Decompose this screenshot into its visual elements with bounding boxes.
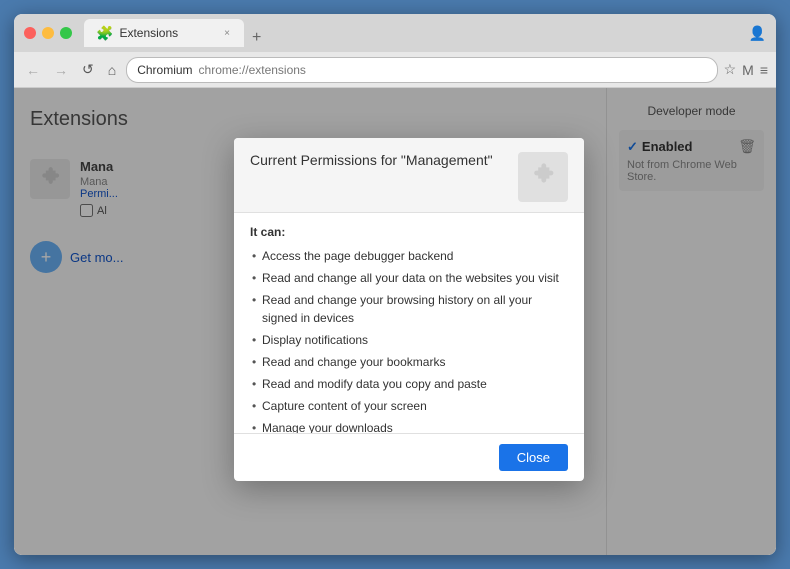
- window-right-icon: 👤: [749, 25, 766, 42]
- extension-icon[interactable]: M: [742, 62, 754, 78]
- refresh-button[interactable]: ↺: [78, 59, 98, 80]
- list-item: Capture content of your screen: [250, 395, 568, 417]
- tab-icon: 🧩: [96, 25, 113, 42]
- modal-title: Current Permissions for "Management": [250, 152, 493, 168]
- tab-close-button[interactable]: ×: [222, 28, 232, 39]
- tab-area: 🧩 Extensions × +: [84, 19, 749, 47]
- url-bar[interactable]: Chromium chrome://extensions: [126, 57, 717, 83]
- minimize-window-button[interactable]: [42, 27, 54, 39]
- new-tab-button[interactable]: +: [244, 29, 269, 47]
- home-button[interactable]: ⌂: [104, 60, 120, 80]
- permissions-list: Access the page debugger backend Read an…: [250, 245, 568, 433]
- close-window-button[interactable]: [24, 27, 36, 39]
- modal-header: Current Permissions for "Management": [234, 138, 584, 213]
- menu-icon[interactable]: ≡: [760, 62, 768, 78]
- browser-window: 🧩 Extensions × + 👤 ← → ↺ ⌂ Chromium chro…: [14, 14, 776, 555]
- bookmark-icon[interactable]: ☆: [724, 61, 737, 78]
- list-item: Access the page debugger backend: [250, 245, 568, 267]
- url-origin: Chromium: [137, 63, 192, 77]
- list-item: Read and change your bookmarks: [250, 351, 568, 373]
- modal-extension-icon: [518, 152, 568, 202]
- list-item: Read and change all your data on the web…: [250, 267, 568, 289]
- forward-button[interactable]: →: [50, 60, 72, 80]
- main-content: Extensions Mana Mana Permi... Al: [14, 88, 776, 555]
- title-bar: 🧩 Extensions × + 👤: [14, 14, 776, 52]
- list-item: Manage your downloads: [250, 417, 568, 433]
- modal-body: It can: Access the page debugger backend…: [234, 213, 584, 433]
- maximize-window-button[interactable]: [60, 27, 72, 39]
- tab-title: Extensions: [119, 26, 178, 40]
- window-controls: [24, 27, 72, 39]
- modal-footer: Close: [234, 433, 584, 481]
- close-modal-button[interactable]: Close: [499, 444, 568, 471]
- address-right-controls: ☆ M ≡: [724, 61, 768, 78]
- permissions-modal: Current Permissions for "Management" It …: [234, 138, 584, 481]
- extensions-tab[interactable]: 🧩 Extensions ×: [84, 19, 244, 47]
- back-button[interactable]: ←: [22, 60, 44, 80]
- list-item: Read and modify data you copy and paste: [250, 373, 568, 395]
- url-path: chrome://extensions: [199, 63, 306, 77]
- modal-overlay: Current Permissions for "Management" It …: [14, 88, 776, 555]
- list-item: Display notifications: [250, 329, 568, 351]
- list-item: Read and change your browsing history on…: [250, 289, 568, 329]
- modal-it-can: It can:: [250, 225, 568, 239]
- address-bar: ← → ↺ ⌂ Chromium chrome://extensions ☆ M…: [14, 52, 776, 88]
